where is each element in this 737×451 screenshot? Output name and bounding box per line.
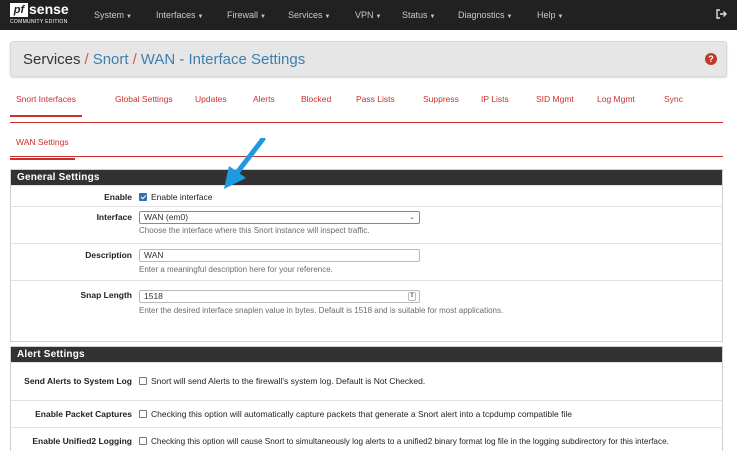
syslog-checkbox[interactable] [139,377,147,385]
sub-tabs: WAN Settings [10,128,723,160]
caret-down-icon: ▼ [506,14,513,20]
tab-alerts[interactable]: Alerts [253,94,275,104]
field-help: Enter a meaningful description here for … [139,265,333,274]
field-help: Enter the desired interface snaplen valu… [139,306,504,315]
field-label: Send Alerts to System Log [24,376,132,386]
breadcrumb-root: Services [23,51,81,68]
annotation-arrow-icon [224,138,266,189]
interface-select[interactable]: WAN (em0) ⌄ [139,211,420,224]
field-label: Snap Length [80,290,132,300]
main-tabs: Snort Interfaces Global Settings Updates… [9,87,723,123]
spinner-icon[interactable]: ⇕ [408,292,416,301]
tab-ip-lists[interactable]: IP Lists [481,94,509,104]
caret-down-icon: ▼ [260,14,266,20]
tab-global-settings[interactable]: Global Settings [115,94,173,104]
breadcrumb-page-link[interactable]: WAN - Interface Settings [141,51,306,68]
menu-label: Interfaces [156,10,196,20]
tab-wan-settings[interactable]: WAN Settings [10,137,75,160]
caret-down-icon: ▼ [197,14,204,20]
snaplen-control: 1518 ⇕ Enter the desired interface snapl… [139,290,712,316]
snaplen-input[interactable]: 1518 ⇕ [139,290,420,303]
menu-firewall[interactable]: Firewall ▼ [227,0,266,30]
tab-pass-lists[interactable]: Pass Lists [356,94,395,104]
caret-down-icon: ▼ [324,14,331,20]
logout-icon[interactable] [715,8,727,20]
tab-suppress[interactable]: Suppress [423,94,459,104]
pfsense-logo[interactable]: pf sense COMMUNITY EDITION [10,1,70,28]
syslog-row: Send Alerts to System Log Snort will sen… [11,362,722,400]
caret-down-icon: ▼ [375,14,382,20]
tab-blocked[interactable]: Blocked [301,94,331,104]
description-input[interactable]: WAN [139,249,420,262]
enable-checkbox-label: Enable interface [151,192,213,202]
menu-label: Help [537,10,556,20]
caret-down-icon: ▼ [557,14,564,20]
field-help: Choose the interface where this Snort in… [139,226,370,235]
description-row: Description WAN Enter a meaningful descr… [11,243,722,280]
enable-row: Enable Enable interface [11,185,722,206]
caret-down-icon: ▼ [429,14,436,20]
syslog-checkbox-label: Snort will send Alerts to the firewall's… [151,376,426,386]
alert-settings-panel: Alert Settings Send Alerts to System Log… [10,346,723,451]
tab-snort-interfaces[interactable]: Snort Interfaces [9,94,83,117]
unified2-row: Enable Unified2 Logging Checking this op… [11,427,722,451]
menu-system[interactable]: System ▼ [94,0,132,30]
interface-selected-value: WAN (em0) [144,212,189,222]
field-label: Description [85,250,132,260]
breadcrumb-panel: Services / Snort / WAN - Interface Settings … [10,41,727,77]
logo-wordmark: sense [29,1,69,17]
unified2-control: Checking this option will cause Snort to… [139,436,722,447]
breadcrumb: Services / Snort / WAN - Interface Settings [23,51,305,68]
enable-control: Enable interface [139,192,712,203]
menu-status[interactable]: Status ▼ [402,0,435,30]
breadcrumb-separator: / [132,51,137,68]
tab-log-mgmt[interactable]: Log Mgmt [597,94,635,104]
unified2-label: Checking this option will cause Snort to… [151,437,669,446]
chevron-down-icon: ⌄ [409,214,415,221]
breadcrumb-separator: / [84,51,89,68]
menu-help[interactable]: Help ▼ [537,0,563,30]
snaplen-value: 1518 [144,291,163,301]
panel-title: General Settings [11,170,722,185]
packet-capture-row: Enable Packet Captures Checking this opt… [11,400,722,427]
packet-capture-control: Checking this option will automatically … [139,409,712,420]
menu-services[interactable]: Services ▼ [288,0,330,30]
menu-label: VPN [355,10,374,20]
interface-row: Interface WAN (em0) ⌄ Choose the interfa… [11,206,722,243]
menu-label: Firewall [227,10,259,20]
tab-sid-mgmt[interactable]: SID Mgmt [536,94,574,104]
logo-edition: COMMUNITY EDITION [10,19,68,25]
logo-pf-mark: pf [10,3,28,17]
menu-label: System [94,10,125,20]
field-label: Enable Packet Captures [35,409,132,419]
menu-interfaces[interactable]: Interfaces ▼ [156,0,203,30]
menu-label: Diagnostics [458,10,505,20]
menu-vpn[interactable]: VPN ▼ [355,0,381,30]
menu-diagnostics[interactable]: Diagnostics ▼ [458,0,512,30]
menu-label: Services [288,10,323,20]
packet-capture-label: Checking this option will automatically … [151,409,572,419]
enable-checkbox[interactable] [139,193,147,201]
syslog-control: Snort will send Alerts to the firewall's… [139,376,712,387]
top-navbar: pf sense COMMUNITY EDITION System ▼ Inter… [0,0,737,30]
panel-title: Alert Settings [11,347,722,362]
menu-label: Status [402,10,428,20]
field-label: Interface [96,212,132,222]
interface-control: WAN (em0) ⌄ Choose the interface where t… [139,211,712,236]
field-label: Enable [104,192,132,202]
field-label: Enable Unified2 Logging [32,436,132,446]
tab-sync[interactable]: Sync [664,94,683,104]
breadcrumb-snort-link[interactable]: Snort [93,51,129,68]
unified2-checkbox[interactable] [139,437,147,445]
packet-capture-checkbox[interactable] [139,410,147,418]
snaplen-row: Snap Length 1518 ⇕ Enter the desired int… [11,280,722,321]
general-settings-panel: General Settings Enable Enable interface… [10,169,723,342]
tab-updates[interactable]: Updates [195,94,227,104]
description-control: WAN Enter a meaningful description here … [139,249,712,275]
caret-down-icon: ▼ [126,14,132,20]
help-icon[interactable]: ? [705,53,717,65]
